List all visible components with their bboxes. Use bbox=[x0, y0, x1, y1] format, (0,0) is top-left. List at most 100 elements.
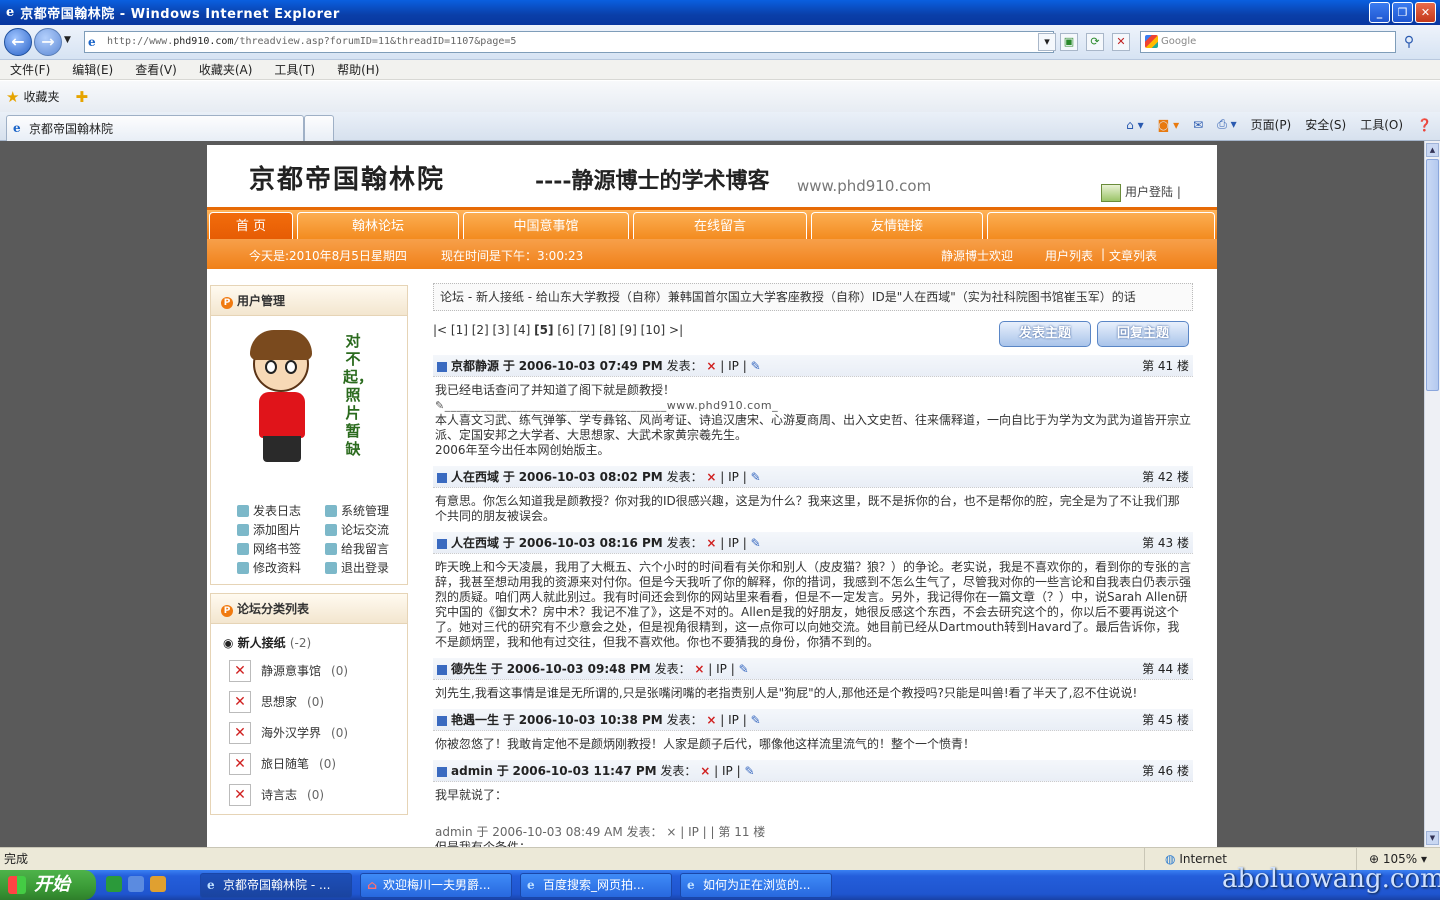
new-tab-button[interactable] bbox=[304, 115, 334, 141]
nav-guestbook[interactable]: 在线留言 bbox=[633, 212, 807, 242]
reply-topic-button[interactable]: 回复主题 bbox=[1097, 321, 1189, 347]
category-top[interactable]: ◉ 新人接纸 (-2) bbox=[223, 634, 397, 651]
address-dropdown-icon[interactable]: ▾ bbox=[1038, 33, 1056, 51]
taskbar-item[interactable]: ⌂ 欢迎梅川一夫男爵... bbox=[360, 873, 512, 898]
post-author[interactable]: 人在西域 bbox=[451, 470, 499, 484]
category-item[interactable]: ✕ 旅日随笔 (0) bbox=[221, 748, 397, 779]
post-author[interactable]: 艳遇一生 bbox=[451, 713, 499, 727]
page-links-rest[interactable]: [6] [7] [8] [9] [10] >| bbox=[554, 323, 683, 337]
page-menu[interactable]: 页面(P) bbox=[1251, 116, 1292, 133]
ip-link[interactable]: IP bbox=[728, 470, 739, 484]
ip-link[interactable]: IP bbox=[722, 764, 733, 778]
user-list-link[interactable]: 用户列表 bbox=[1045, 247, 1093, 264]
ip-link[interactable]: IP bbox=[728, 359, 739, 373]
edit-icon[interactable]: ✎ bbox=[751, 713, 761, 727]
menu-help[interactable]: 帮助(H) bbox=[337, 61, 379, 78]
nav-home[interactable]: 首 页 bbox=[209, 212, 293, 242]
quicklaunch-desktop-icon[interactable] bbox=[128, 876, 144, 892]
menu-tools[interactable]: 工具(T) bbox=[274, 61, 315, 78]
edit-icon[interactable]: ✎ bbox=[744, 764, 754, 778]
taskbar-item[interactable]: e 百度搜索_网页拍... bbox=[520, 873, 672, 898]
post-topic-button[interactable]: 发表主题 bbox=[999, 321, 1091, 347]
scroll-down-icon[interactable]: ▼ bbox=[1426, 831, 1439, 845]
mail-icon[interactable]: ✉ bbox=[1193, 118, 1203, 132]
nav-forum[interactable]: 翰林论坛 bbox=[297, 212, 459, 242]
bookmark-link[interactable]: 网络书签 bbox=[237, 540, 319, 557]
stop-icon[interactable]: ✕ bbox=[1112, 33, 1130, 51]
message-icon bbox=[325, 542, 337, 555]
back-button[interactable]: ← bbox=[4, 28, 32, 56]
cartoon-legs bbox=[263, 436, 301, 462]
message-link[interactable]: 给我留言 bbox=[325, 540, 407, 557]
delete-icon[interactable]: × bbox=[706, 470, 716, 484]
edit-profile-link[interactable]: 修改资料 bbox=[237, 559, 319, 576]
category-item[interactable]: ✕ 思想家 (0) bbox=[221, 686, 397, 717]
post-author[interactable]: 京都静源 bbox=[451, 359, 499, 373]
compat-icon[interactable]: ▣ bbox=[1060, 33, 1078, 51]
history-dropdown-icon[interactable]: ▼ bbox=[64, 35, 71, 45]
forum-link[interactable]: 论坛交流 bbox=[325, 521, 407, 538]
delete-icon[interactable]: × bbox=[700, 764, 710, 778]
signature-bio: 本人喜文习武、练气弹筝、学专彝铭、风尚考证、诗追汉唐宋、心游夏商周、出入文史哲、… bbox=[435, 413, 1192, 442]
search-input[interactable]: Google bbox=[1140, 31, 1396, 53]
safety-menu[interactable]: 安全(S) bbox=[1305, 116, 1346, 133]
menu-favorites[interactable]: 收藏夹(A) bbox=[199, 61, 253, 78]
maximize-button[interactable]: ❐ bbox=[1392, 2, 1413, 23]
print-icon[interactable]: ⎙ ▾ bbox=[1217, 117, 1236, 132]
edit-icon[interactable]: ✎ bbox=[751, 470, 761, 484]
refresh-icon[interactable]: ⟳ bbox=[1086, 33, 1104, 51]
nav-links[interactable]: 友情链接 bbox=[811, 212, 983, 242]
delete-icon[interactable]: × bbox=[706, 713, 716, 727]
home-icon[interactable]: ⌂ ▾ bbox=[1126, 118, 1143, 132]
quicklaunch-media-icon[interactable] bbox=[150, 876, 166, 892]
category-item[interactable]: ✕ 诗言志 (0) bbox=[221, 779, 397, 810]
ip-link[interactable]: IP bbox=[728, 536, 739, 550]
taskbar-item[interactable]: e 如何为正在浏览的... bbox=[680, 873, 832, 898]
post: 人在西域 于 2006-10-03 08:16 PM 发表： × | IP | … bbox=[433, 532, 1193, 652]
edit-icon[interactable]: ✎ bbox=[751, 536, 761, 550]
post-author[interactable]: 德先生 bbox=[451, 662, 487, 676]
favorites-button[interactable]: 收藏夹 bbox=[23, 88, 59, 105]
page-links[interactable]: |< [1] [2] [3] [4] bbox=[433, 323, 534, 337]
vertical-scrollbar[interactable]: ▲ ▼ bbox=[1424, 141, 1440, 847]
ip-link[interactable]: IP bbox=[716, 662, 727, 676]
add-favorite-icon[interactable]: ✚ bbox=[75, 88, 88, 106]
close-button[interactable]: ✕ bbox=[1415, 2, 1436, 23]
taskbar-item[interactable]: e 京都帝国翰林院 - ... bbox=[200, 873, 352, 898]
help-icon[interactable]: ❓ bbox=[1417, 118, 1432, 132]
logout-link[interactable]: 退出登录 bbox=[325, 559, 407, 576]
status-text: 完成 bbox=[4, 852, 29, 866]
post-blog-link[interactable]: 发表日志 bbox=[237, 502, 319, 519]
edit-icon[interactable]: ✎ bbox=[751, 359, 761, 373]
login-link[interactable]: 用户登陆 | bbox=[1101, 183, 1181, 202]
delete-icon[interactable]: × bbox=[706, 359, 716, 373]
category-item[interactable]: ✕ 海外汉学界 (0) bbox=[221, 717, 397, 748]
tab-active[interactable]: e 京都帝国翰林院 bbox=[6, 115, 304, 141]
article-list-link[interactable]: 文章列表 bbox=[1109, 247, 1157, 264]
scroll-thumb[interactable] bbox=[1426, 159, 1439, 391]
menu-file[interactable]: 文件(F) bbox=[10, 61, 50, 78]
system-manage-link[interactable]: 系统管理 bbox=[325, 502, 407, 519]
delete-icon[interactable]: × bbox=[694, 662, 704, 676]
delete-icon[interactable]: × bbox=[706, 536, 716, 550]
category-item[interactable]: ✕ 静源意事馆 (0) bbox=[221, 655, 397, 686]
add-image-link[interactable]: 添加图片 bbox=[237, 521, 319, 538]
menu-view[interactable]: 查看(V) bbox=[135, 61, 177, 78]
tools-menu[interactable]: 工具(O) bbox=[1360, 116, 1403, 133]
start-button[interactable]: 开始 bbox=[0, 870, 96, 900]
ip-link[interactable]: IP bbox=[728, 713, 739, 727]
forward-button[interactable]: → bbox=[34, 28, 62, 56]
post-author[interactable]: admin bbox=[451, 764, 493, 778]
rss-icon[interactable]: ◙ ▾ bbox=[1158, 118, 1179, 132]
edit-icon[interactable]: ✎ bbox=[739, 662, 749, 676]
minimize-button[interactable]: _ bbox=[1369, 2, 1390, 23]
quick-launch bbox=[106, 876, 166, 892]
menu-edit[interactable]: 编辑(E) bbox=[72, 61, 113, 78]
quicklaunch-app-icon[interactable] bbox=[106, 876, 122, 892]
address-input[interactable]: e http://www.phd910.com/threadview.asp?f… bbox=[84, 31, 1054, 53]
post-author[interactable]: 人在西域 bbox=[451, 536, 499, 550]
scroll-up-icon[interactable]: ▲ bbox=[1426, 143, 1439, 157]
search-icon[interactable]: ⚲ bbox=[1398, 31, 1420, 53]
favorites-star-icon[interactable]: ★ bbox=[6, 88, 19, 106]
nav-yishiguan[interactable]: 中国意事馆 bbox=[463, 212, 629, 242]
